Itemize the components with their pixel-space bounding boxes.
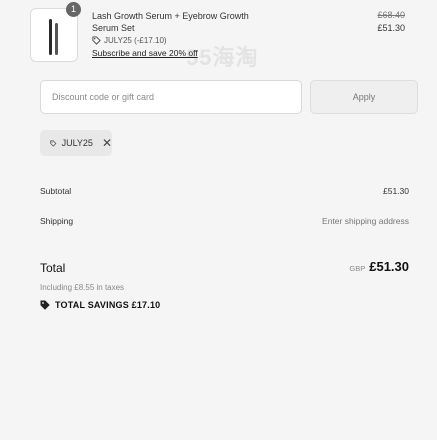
- tag-icon: [50, 140, 57, 147]
- subscribe-link[interactable]: Subscribe and save 20% off: [92, 48, 198, 58]
- total-label: Total: [40, 261, 66, 275]
- total-value: £51.30: [369, 259, 409, 274]
- total-currency: GBP: [349, 264, 366, 273]
- total-savings: TOTAL SAVINGS £17.10: [40, 300, 160, 310]
- subtotal-label: Subtotal: [40, 186, 72, 196]
- shipping-label: Shipping: [40, 216, 74, 226]
- product-name: Lash Growth Serum + Eyebrow Growth: [92, 11, 249, 21]
- subtotal-value: £51.30: [383, 186, 409, 196]
- current-price: £51.30: [377, 23, 405, 33]
- tag-icon: [40, 300, 50, 310]
- original-price: £68.40: [377, 10, 405, 20]
- tag-icon: [92, 36, 101, 45]
- total-value-group: GBP £51.30: [349, 259, 409, 274]
- apply-button[interactable]: Apply: [310, 80, 418, 114]
- order-summary-panel: 55海淘 1 Lash Growth Serum + Eyebrow Growt…: [6, 0, 431, 440]
- product-discount-line: JULY25 (-£17.10): [92, 36, 167, 45]
- total-savings-text: TOTAL SAVINGS £17.10: [55, 300, 161, 310]
- serum-wand-image: [55, 23, 58, 55]
- shipping-value: Enter shipping address: [322, 216, 409, 226]
- discount-code-input[interactable]: [40, 80, 302, 114]
- close-icon[interactable]: ✕: [102, 137, 112, 149]
- applied-discount-pill: JULY25 ✕: [40, 130, 112, 156]
- product-discount-text: JULY25 (-£17.10): [104, 36, 167, 45]
- applied-code-label: JULY25: [61, 138, 93, 148]
- quantity-badge: 1: [66, 2, 81, 17]
- taxes-note: Including £8.55 in taxes: [40, 283, 125, 292]
- serum-wand-image: [49, 19, 52, 55]
- product-name-line2: Serum Set: [92, 23, 135, 33]
